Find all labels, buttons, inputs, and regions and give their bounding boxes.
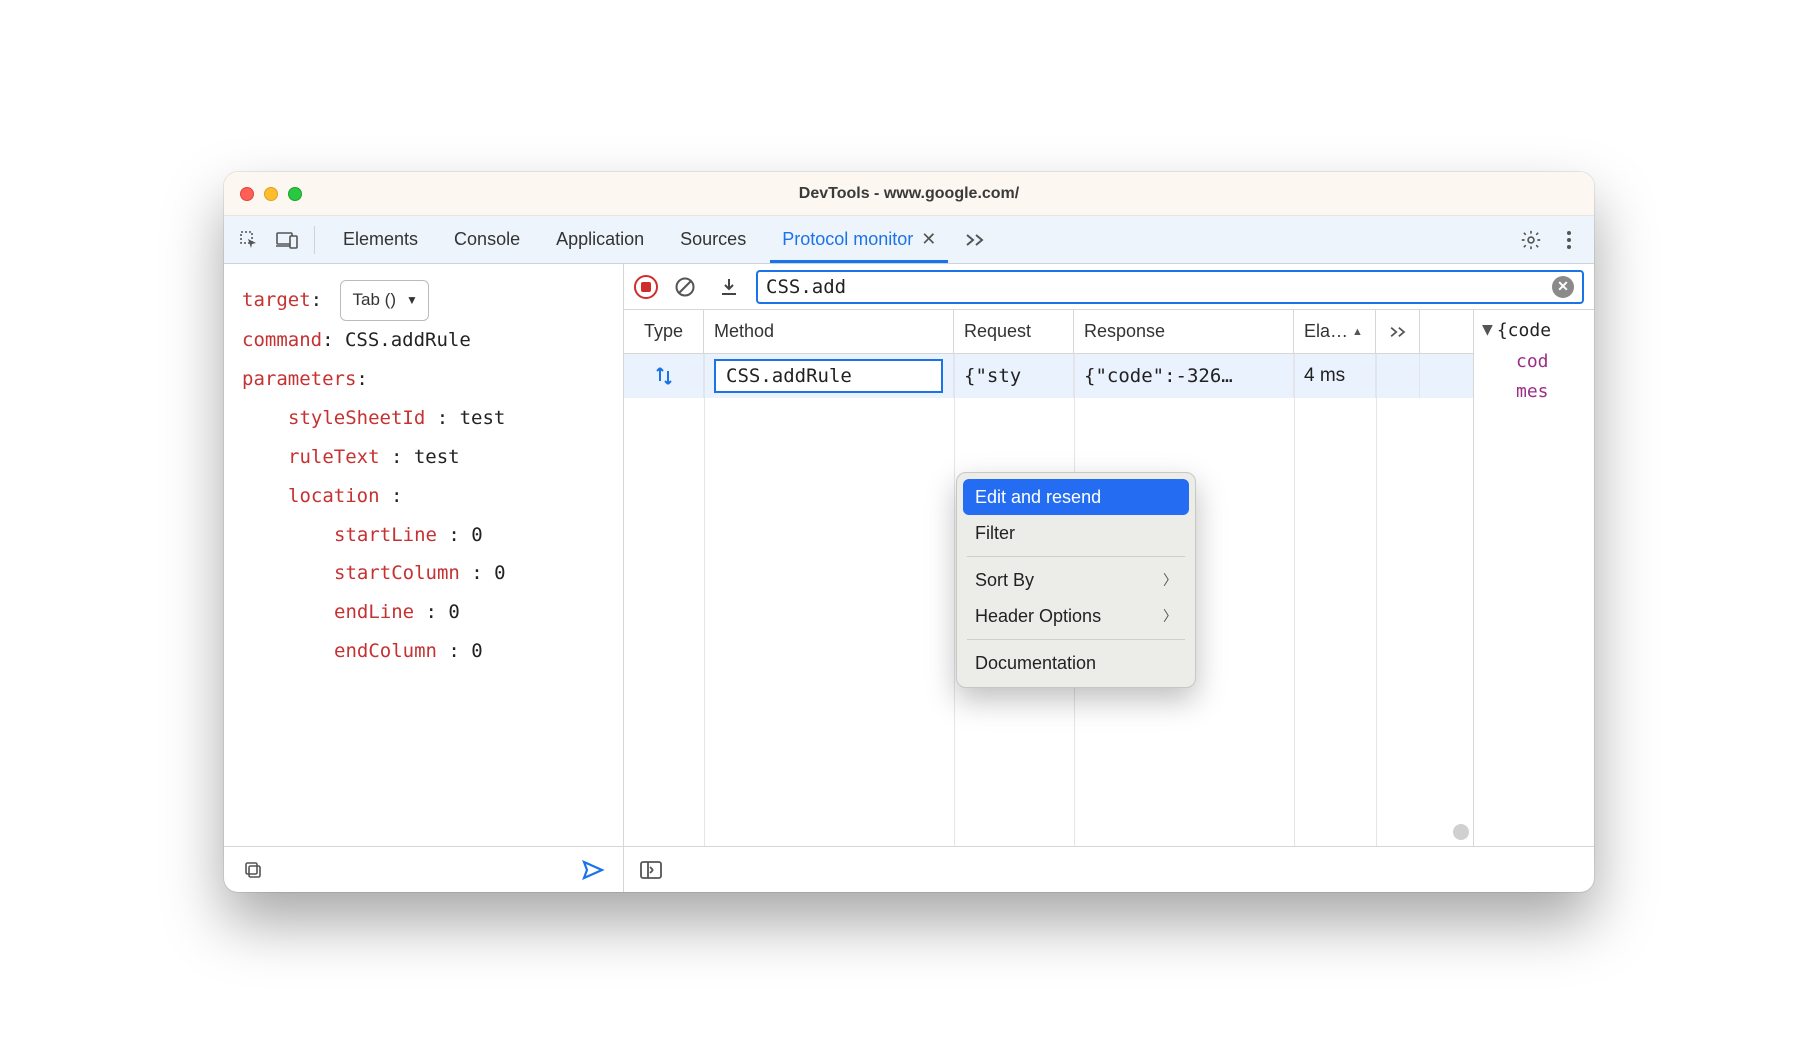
row-elapsed-cell: 4 ms — [1294, 354, 1376, 398]
kebab-menu-icon[interactable] — [1552, 223, 1586, 257]
parameters-label: parameters — [242, 368, 356, 390]
menu-separator — [967, 639, 1185, 640]
inspect-element-icon[interactable] — [232, 223, 266, 257]
sort-ascending-icon: ▲ — [1352, 326, 1363, 338]
command-value[interactable]: CSS.addRule — [345, 329, 471, 351]
row-request-cell: {"sty — [954, 354, 1074, 398]
context-menu: Edit and resend Filter Sort By〉 Header O… — [956, 472, 1196, 688]
send-command-button[interactable] — [577, 853, 611, 887]
collapse-icon[interactable]: ▼ — [1482, 315, 1493, 346]
main: target: Tab () ▼ command: CSS.addRule pa… — [224, 264, 1594, 892]
tab-label: Elements — [343, 229, 418, 250]
target-value: Tab () — [353, 283, 396, 318]
param-key: startColumn — [334, 562, 460, 584]
col-more[interactable] — [1376, 310, 1420, 353]
menu-header-options[interactable]: Header Options〉 — [963, 598, 1189, 634]
more-tabs-icon[interactable] — [958, 223, 992, 257]
record-button[interactable] — [634, 275, 658, 299]
param-key: endColumn — [334, 640, 437, 662]
method-value: CSS.addRule — [714, 359, 943, 393]
clear-icon[interactable] — [668, 270, 702, 304]
menu-filter[interactable]: Filter — [963, 515, 1189, 551]
col-request[interactable]: Request — [954, 310, 1074, 353]
panels-tabs: Elements Console Application Sources Pro… — [325, 216, 954, 263]
tab-elements[interactable]: Elements — [325, 216, 436, 263]
detail-key: cod — [1516, 351, 1549, 372]
filter-input[interactable]: CSS.add ✕ — [756, 270, 1584, 304]
chevron-down-icon: ▼ — [406, 288, 418, 313]
minimize-window-button[interactable] — [264, 187, 278, 201]
tab-label: Application — [556, 229, 644, 250]
devtools-window: DevTools - www.google.com/ Elements Cons… — [224, 172, 1594, 892]
row-response-cell: {"code":-326… — [1074, 354, 1294, 398]
maximize-window-button[interactable] — [288, 187, 302, 201]
settings-icon[interactable] — [1514, 223, 1548, 257]
param-value[interactable]: 0 — [471, 640, 482, 662]
tab-application[interactable]: Application — [538, 216, 662, 263]
col-type[interactable]: Type — [624, 310, 704, 353]
target-label: target — [242, 289, 311, 311]
close-tab-icon[interactable]: ✕ — [921, 229, 936, 250]
copy-icon[interactable] — [236, 853, 270, 887]
tab-label: Protocol monitor — [782, 229, 913, 250]
detail-line: {code — [1497, 320, 1551, 341]
chevron-right-icon: 〉 — [1163, 570, 1177, 590]
separator — [314, 226, 315, 254]
menu-sort-by[interactable]: Sort By〉 — [963, 562, 1189, 598]
tab-sources[interactable]: Sources — [662, 216, 764, 263]
grid-header: Type Method Request Response Ela…▲ — [624, 310, 1473, 354]
row-type-cell — [624, 354, 704, 398]
download-icon[interactable] — [712, 270, 746, 304]
command-editor-footer — [224, 846, 623, 892]
row-method-cell: CSS.addRule — [704, 354, 954, 398]
tab-label: Sources — [680, 229, 746, 250]
chevron-right-icon: 〉 — [1163, 606, 1177, 626]
clear-filter-icon[interactable]: ✕ — [1552, 276, 1574, 298]
device-toolbar-icon[interactable] — [270, 223, 304, 257]
param-value[interactable]: test — [414, 446, 460, 468]
command-editor-pane: target: Tab () ▼ command: CSS.addRule pa… — [224, 264, 624, 892]
menu-edit-and-resend[interactable]: Edit and resend — [963, 479, 1189, 515]
table-row[interactable]: CSS.addRule {"sty {"code":-326… 4 ms — [624, 354, 1473, 398]
detail-key: mes — [1516, 381, 1549, 402]
window-controls — [240, 187, 302, 201]
filter-value: CSS.add — [766, 276, 846, 298]
menu-separator — [967, 556, 1185, 557]
target-select[interactable]: Tab () ▼ — [340, 280, 429, 321]
command-editor-content: target: Tab () ▼ command: CSS.addRule pa… — [224, 264, 623, 846]
col-elapsed[interactable]: Ela…▲ — [1294, 310, 1376, 353]
param-value[interactable]: 0 — [471, 524, 482, 546]
tab-console[interactable]: Console — [436, 216, 538, 263]
detail-pane[interactable]: ▼{code cod mes — [1474, 310, 1594, 846]
messages-footer — [624, 846, 1594, 892]
param-key: startLine — [334, 524, 437, 546]
param-value[interactable]: 0 — [448, 601, 459, 623]
titlebar: DevTools - www.google.com/ — [224, 172, 1594, 216]
close-window-button[interactable] — [240, 187, 254, 201]
tabs-bar: Elements Console Application Sources Pro… — [224, 216, 1594, 264]
tab-protocol-monitor[interactable]: Protocol monitor ✕ — [764, 216, 954, 263]
param-key: styleSheetId — [288, 407, 425, 429]
param-key: endLine — [334, 601, 414, 623]
col-method[interactable]: Method — [704, 310, 954, 353]
command-label: command — [242, 329, 322, 351]
menu-documentation[interactable]: Documentation — [963, 645, 1189, 681]
col-response[interactable]: Response — [1074, 310, 1294, 353]
tab-label: Console — [454, 229, 520, 250]
param-value[interactable]: 0 — [494, 562, 505, 584]
toggle-sidebar-icon[interactable] — [634, 853, 668, 887]
param-value[interactable]: test — [460, 407, 506, 429]
bidirectional-icon — [653, 365, 675, 387]
param-key: location — [288, 485, 380, 507]
param-key: ruleText — [288, 446, 380, 468]
scrollbar-thumb[interactable] — [1453, 824, 1469, 840]
window-title: DevTools - www.google.com/ — [224, 185, 1594, 203]
messages-toolbar: CSS.add ✕ — [624, 264, 1594, 310]
